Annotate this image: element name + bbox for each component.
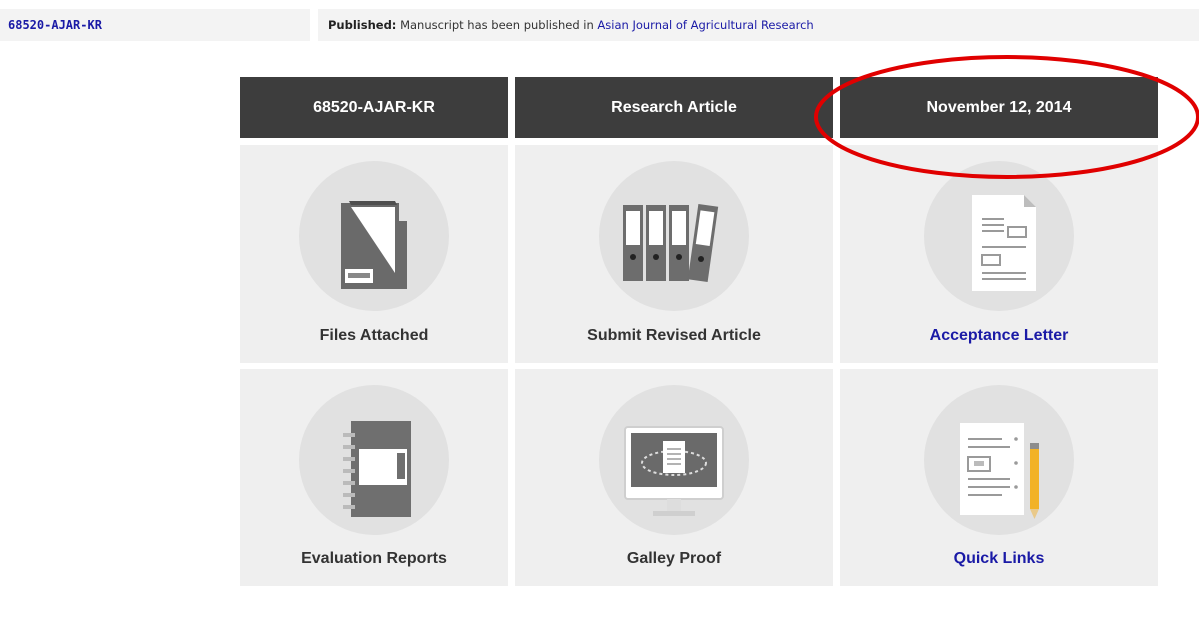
journal-link[interactable]: Asian Journal of Agricultural Research — [597, 18, 813, 32]
galley-proof-label: Galley Proof — [626, 550, 722, 567]
header-date: November 12, 2014 — [840, 77, 1158, 138]
status-cell: Published: Manuscript has been published… — [318, 9, 1199, 41]
folder-icon — [299, 161, 449, 311]
evaluation-reports-card[interactable]: Evaluation Reports — [240, 369, 508, 586]
header-article-type: Research Article — [515, 77, 833, 138]
binders-icon — [599, 161, 749, 311]
document-icon — [924, 161, 1074, 311]
notebook-icon — [299, 385, 449, 535]
manuscript-status-bar: 68520-AJAR-KR Published: Manuscript has … — [0, 9, 1199, 41]
manuscript-id-link[interactable]: 68520-AJAR-KR — [0, 9, 310, 41]
header-manuscript-id: 68520-AJAR-KR — [240, 77, 508, 138]
quick-links-link[interactable]: Quick Links — [840, 550, 1158, 568]
quick-links-card[interactable]: Quick Links — [840, 369, 1158, 586]
status-label: Published: — [328, 18, 397, 32]
submit-revised-article-label: Submit Revised Article — [587, 327, 761, 344]
status-text: Manuscript has been published in — [400, 18, 594, 32]
checklist-pencil-icon — [924, 385, 1074, 535]
submit-revised-article-card[interactable]: Submit Revised Article — [515, 145, 833, 363]
files-attached-card[interactable]: Files Attached — [240, 145, 508, 363]
evaluation-reports-label: Evaluation Reports — [301, 550, 447, 567]
manuscript-dashboard: 68520-AJAR-KR Research Article November … — [240, 77, 1160, 586]
acceptance-letter-card[interactable]: Acceptance Letter — [840, 145, 1158, 363]
files-attached-label: Files Attached — [319, 327, 429, 344]
monitor-icon — [599, 385, 749, 535]
galley-proof-card[interactable]: Galley Proof — [515, 369, 833, 586]
acceptance-letter-link[interactable]: Acceptance Letter — [840, 327, 1158, 345]
